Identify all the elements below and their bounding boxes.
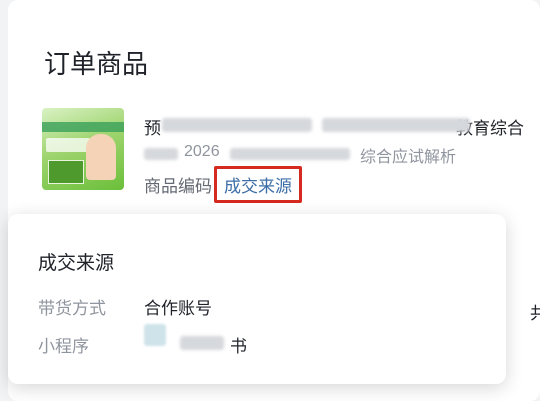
mini-program-avatar xyxy=(144,324,166,346)
total-label-partial: 共 xyxy=(530,304,540,323)
deal-source-popover: 成交来源 带货方式 合作账号 小程序 书 xyxy=(8,214,506,384)
sales-method-value: 合作账号 xyxy=(144,299,212,318)
redacted-subtitle-part1 xyxy=(144,148,178,160)
thumbnail-person xyxy=(86,134,116,180)
mini-program-label: 小程序 xyxy=(38,337,89,356)
redacted-mini-program-name xyxy=(180,336,224,350)
deal-source-link[interactable]: 成交来源 xyxy=(214,166,302,203)
thumbnail-book xyxy=(48,160,84,184)
redacted-subtitle-part2 xyxy=(230,148,350,160)
section-title: 订单商品 xyxy=(44,49,149,79)
mini-program-value[interactable]: 书 xyxy=(230,332,247,357)
product-subtitle-middle: 2026 xyxy=(184,143,220,160)
redacted-title-part2 xyxy=(322,118,470,132)
product-title[interactable]: 预 教育综合 xyxy=(144,114,524,139)
product-code-label: 商品编码 xyxy=(144,177,212,196)
redacted-title-part1 xyxy=(162,118,312,132)
thumbnail-label xyxy=(46,138,90,152)
thumbnail-banner xyxy=(42,122,124,132)
sales-method-label: 带货方式 xyxy=(38,299,106,318)
product-title-start: 预 xyxy=(144,119,161,138)
product-thumbnail[interactable] xyxy=(42,108,124,190)
popover-title: 成交来源 xyxy=(38,253,115,274)
product-subtitle-end: 综合应试解析 xyxy=(360,149,457,166)
